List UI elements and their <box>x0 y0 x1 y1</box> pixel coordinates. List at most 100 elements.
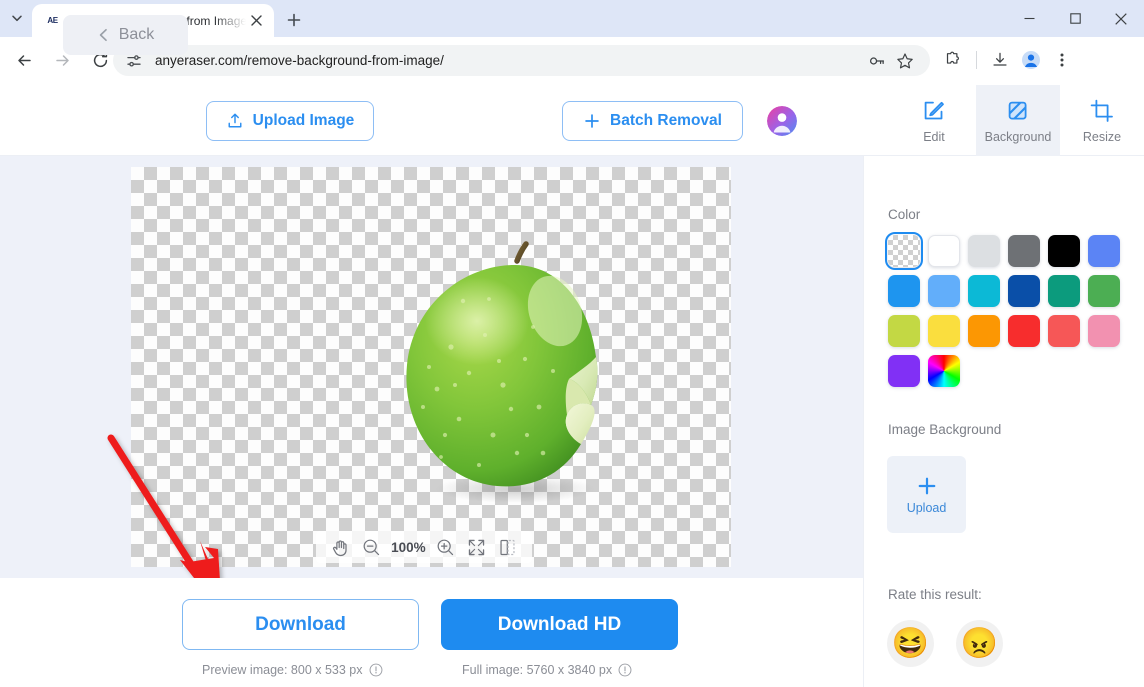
rating-emoji-row: 😆😠 <box>887 620 1003 667</box>
color-swatch-purple[interactable] <box>888 355 920 387</box>
color-swatch-green[interactable] <box>1088 275 1120 307</box>
tab-background[interactable]: Background <box>976 85 1060 156</box>
fit-screen-icon <box>467 538 486 557</box>
download-action-bar <box>0 578 863 687</box>
color-swatch-yellow[interactable] <box>928 315 960 347</box>
browser-window: AE Remove Background from Image <box>0 0 1144 687</box>
info-circle-icon[interactable] <box>618 663 632 677</box>
color-swatch-dark-gray[interactable] <box>1008 235 1040 267</box>
upload-background-button[interactable]: Upload <box>887 456 966 533</box>
download-button[interactable]: Download <box>182 599 419 650</box>
color-swatch-navy-blue[interactable] <box>1008 275 1040 307</box>
upload-background-label: Upload <box>907 501 947 515</box>
tab-edit-label: Edit <box>923 130 945 144</box>
avatar[interactable] <box>767 106 797 136</box>
tab-search-dropdown-button[interactable] <box>4 5 30 31</box>
toolbar-separator <box>976 51 977 69</box>
batch-removal-label: Batch Removal <box>610 112 722 130</box>
rate-result-label: Rate this result: <box>888 587 982 602</box>
browser-back-button[interactable] <box>8 45 40 77</box>
puzzle-icon <box>944 51 962 69</box>
minimize-icon <box>1024 13 1035 24</box>
zoom-in-button[interactable] <box>434 535 458 559</box>
color-swatch-teal[interactable] <box>1048 275 1080 307</box>
browser-menu-button[interactable] <box>1047 45 1077 75</box>
close-icon <box>251 15 262 26</box>
color-swatch-light-blue[interactable] <box>928 275 960 307</box>
color-swatch-custom-color-picker[interactable] <box>928 355 960 387</box>
color-swatch-light-gray[interactable] <box>968 235 1000 267</box>
tool-tabs: Edit Background <box>892 85 1144 156</box>
full-image-caption-text: Full image: 5760 x 3840 px <box>462 663 612 677</box>
key-icon <box>868 52 886 70</box>
url-text: anyeraser.com/remove-background-from-ima… <box>155 53 444 68</box>
star-icon <box>896 52 914 70</box>
bookmark-button[interactable] <box>892 48 918 74</box>
compare-split-button[interactable] <box>496 535 520 559</box>
color-swatch-pink[interactable] <box>1088 315 1120 347</box>
info-circle-icon[interactable] <box>369 663 383 677</box>
chevron-left-icon <box>97 28 111 42</box>
crop-icon <box>1089 98 1115 124</box>
batch-removal-button[interactable]: Batch Removal <box>562 101 743 141</box>
zoom-out-icon <box>362 538 381 557</box>
image-background-section-label: Image Background <box>888 422 1001 437</box>
upload-image-button[interactable]: Upload Image <box>206 101 374 141</box>
color-swatch-salmon-red[interactable] <box>1048 315 1080 347</box>
color-swatch-transparent[interactable] <box>888 235 920 267</box>
extensions-button[interactable] <box>938 45 968 75</box>
split-compare-icon <box>498 538 517 557</box>
tab-background-label: Background <box>985 130 1052 144</box>
color-swatch-grid <box>888 235 1124 387</box>
color-swatch-white[interactable] <box>928 235 960 267</box>
image-canvas-area: 100% <box>0 156 863 578</box>
three-dots-menu-icon <box>1054 52 1070 68</box>
tab-edit[interactable]: Edit <box>892 85 976 156</box>
new-tab-button[interactable] <box>281 7 307 33</box>
color-swatch-red[interactable] <box>1008 315 1040 347</box>
password-manager-button[interactable] <box>864 48 890 74</box>
arrow-left-icon <box>15 51 34 70</box>
preview-image-caption-text: Preview image: 800 x 533 px <box>202 663 363 677</box>
color-swatch-orange[interactable] <box>968 315 1000 347</box>
color-swatch-black[interactable] <box>1048 235 1080 267</box>
upload-arrow-icon <box>226 112 244 130</box>
hatched-square-icon <box>1005 98 1031 124</box>
zoom-toolbar: 100% <box>316 531 532 563</box>
zoom-out-button[interactable] <box>359 535 383 559</box>
address-bar[interactable]: anyeraser.com/remove-background-from-ima… <box>113 45 930 76</box>
back-button[interactable]: Back <box>63 15 188 55</box>
color-swatch-cyan[interactable] <box>968 275 1000 307</box>
tab-close-button[interactable] <box>246 11 266 31</box>
zoom-level-value[interactable]: 100% <box>390 540 426 555</box>
plus-icon <box>287 13 301 27</box>
angry-emoji[interactable]: 😠 <box>956 620 1003 667</box>
background-settings-panel: Color Image Background Rate this result: <box>863 156 1144 687</box>
profile-avatar-icon <box>1021 50 1041 70</box>
downloads-button[interactable] <box>985 45 1015 75</box>
back-button-label: Back <box>119 26 155 44</box>
color-swatch-lime[interactable] <box>888 315 920 347</box>
laughing-squinting-emoji[interactable]: 😆 <box>887 620 934 667</box>
chevron-down-icon <box>11 12 23 24</box>
tab-resize[interactable]: Resize <box>1060 85 1144 156</box>
zoom-in-icon <box>436 538 455 557</box>
omnibox-actions <box>864 48 918 74</box>
close-window-button[interactable] <box>1098 0 1144 37</box>
preview-image-caption: Preview image: 800 x 533 px <box>202 663 383 677</box>
result-image <box>393 239 638 514</box>
color-swatch-periwinkle-blue[interactable] <box>1088 235 1120 267</box>
toolbar-right-actions <box>938 45 1077 75</box>
fit-screen-button[interactable] <box>465 535 489 559</box>
green-apple-with-bite-image <box>393 239 638 514</box>
color-swatch-azure-blue[interactable] <box>888 275 920 307</box>
color-section-label: Color <box>888 207 920 222</box>
hand-pan-tool-button[interactable] <box>328 535 352 559</box>
maximize-icon <box>1070 13 1081 24</box>
plus-icon <box>916 475 938 497</box>
download-hd-button[interactable]: Download HD <box>441 599 678 650</box>
pencil-square-icon <box>921 98 947 124</box>
profile-button[interactable] <box>1016 45 1046 75</box>
minimize-button[interactable] <box>1006 0 1052 37</box>
maximize-button[interactable] <box>1052 0 1098 37</box>
